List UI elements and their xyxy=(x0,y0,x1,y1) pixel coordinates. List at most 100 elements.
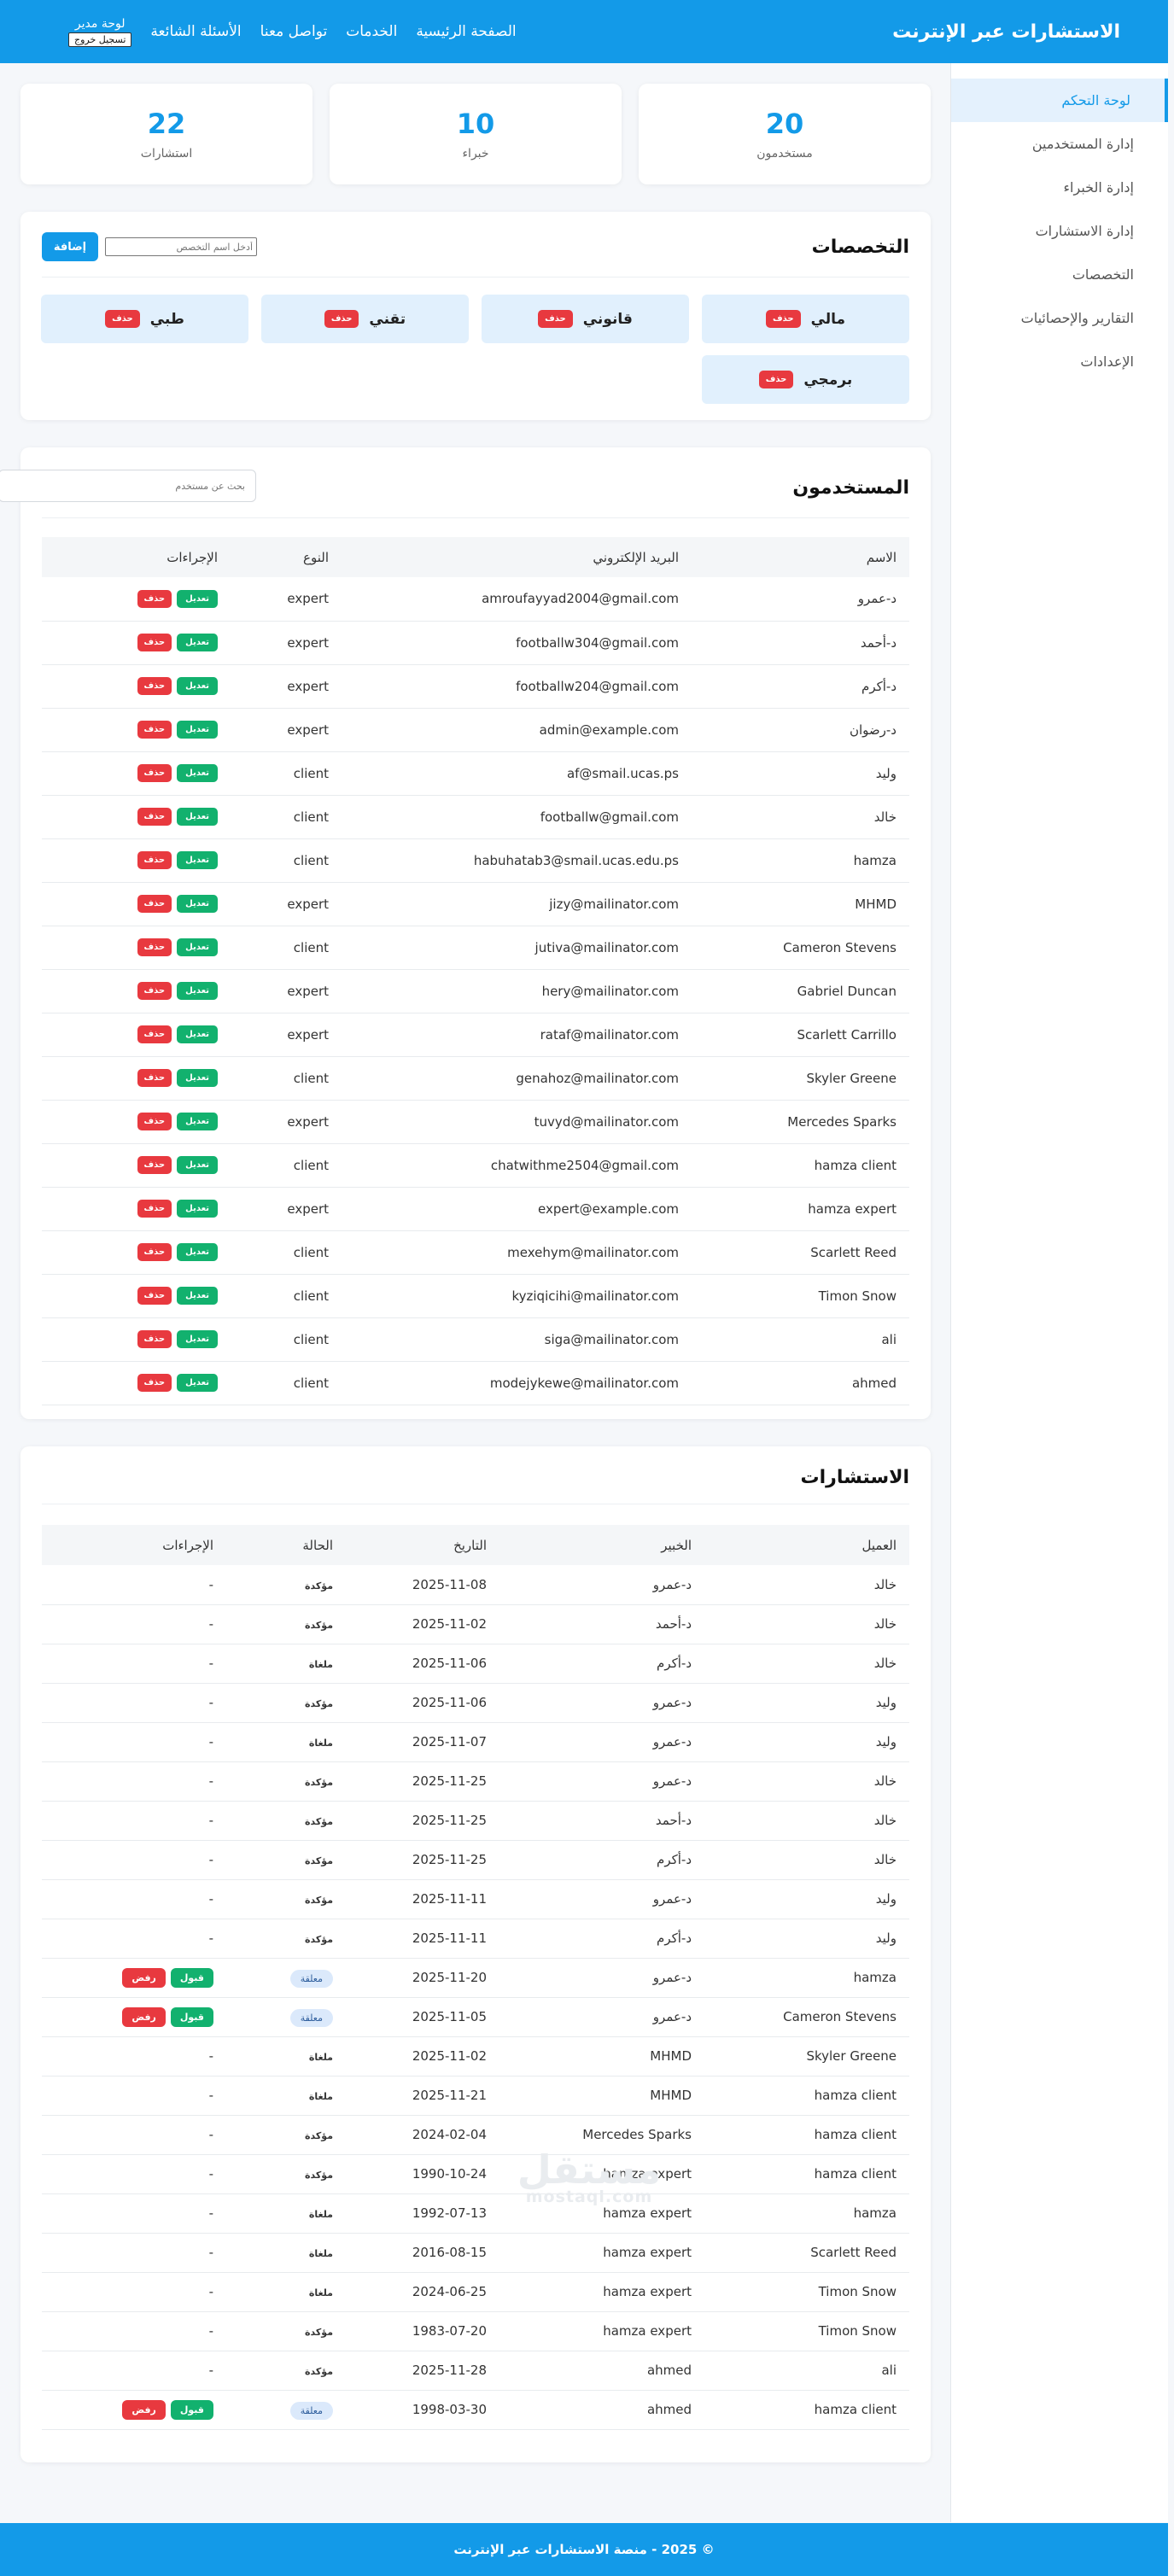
delete-user-button[interactable]: حذف xyxy=(137,1330,172,1348)
edit-user-button[interactable]: تعديل xyxy=(177,634,218,651)
stat-label: خبراء xyxy=(462,147,489,161)
no-action-dash: - xyxy=(208,1813,213,1828)
edit-user-button[interactable]: تعديل xyxy=(177,938,218,956)
delete-user-button[interactable]: حذف xyxy=(137,589,172,608)
accept-consultation-button[interactable]: قبول xyxy=(170,2006,213,2027)
delete-user-button[interactable]: حذف xyxy=(137,1287,172,1305)
consultation-row: خالد د-عمرو 2025-11-25 مؤكدة - xyxy=(42,1761,909,1802)
accept-consultation-button[interactable]: قبول xyxy=(170,2399,213,2420)
user-email: chatwithme2504@gmail.com xyxy=(342,1143,692,1188)
delete-user-button[interactable]: حذف xyxy=(137,1374,172,1392)
delete-user-button[interactable]: حذف xyxy=(137,1156,172,1174)
delete-user-button[interactable]: حذف xyxy=(137,851,172,869)
sidebar-item-experts[interactable]: إدارة الخبراء xyxy=(951,166,1168,209)
delete-user-button[interactable]: حذف xyxy=(137,1113,172,1130)
consultation-row: Timon Snow hamza expert 1983-07-20 مؤكدة - xyxy=(42,2311,909,2351)
stat-value: 22 xyxy=(147,108,186,140)
delete-user-button[interactable]: حذف xyxy=(137,808,172,826)
edit-user-button[interactable]: تعديل xyxy=(177,1069,218,1087)
sidebar-item-consultations[interactable]: إدارة الاستشارات xyxy=(951,209,1168,253)
no-action-dash: - xyxy=(208,2048,213,2064)
reject-consultation-button[interactable]: رفض xyxy=(122,2399,166,2420)
delete-user-button[interactable]: حذف xyxy=(137,1243,172,1261)
consultation-actions: - xyxy=(42,2115,226,2155)
edit-user-button[interactable]: تعديل xyxy=(177,677,218,695)
edit-user-button[interactable]: تعديل xyxy=(177,1025,218,1043)
sidebar-item-settings[interactable]: الإعدادات xyxy=(951,340,1168,383)
user-name: ali xyxy=(692,1317,909,1362)
consultation-actions: - xyxy=(42,1879,226,1919)
edit-user-button[interactable]: تعديل xyxy=(177,764,218,782)
sidebar-item-dashboard[interactable]: لوحة التحكم xyxy=(951,79,1168,122)
edit-user-button[interactable]: تعديل xyxy=(177,808,218,826)
sidebar-item-users[interactable]: إدارة المستخدمين xyxy=(951,122,1168,166)
edit-user-button[interactable]: تعديل xyxy=(177,1287,218,1305)
consultation-actions: - xyxy=(42,1604,226,1644)
admin-label[interactable]: لوحة مدير xyxy=(75,17,126,31)
user-actions: تعديل حذف xyxy=(42,1187,231,1231)
specialty-name-input[interactable] xyxy=(105,237,257,256)
user-name: وليد xyxy=(692,751,909,796)
consultation-status-cell: مؤكدة xyxy=(226,1683,346,1723)
user-row: MHMD jizy@mailinator.com expert تعديل حذف xyxy=(42,882,909,926)
edit-user-button[interactable]: تعديل xyxy=(177,589,218,608)
delete-user-button[interactable]: حذف xyxy=(137,634,172,651)
edit-user-button[interactable]: تعديل xyxy=(177,851,218,869)
user-type: client xyxy=(231,1056,342,1101)
edit-user-button[interactable]: تعديل xyxy=(177,1243,218,1261)
edit-user-button[interactable]: تعديل xyxy=(177,1330,218,1348)
edit-user-button[interactable]: تعديل xyxy=(177,982,218,1000)
delete-specialty-button[interactable]: حذف xyxy=(105,310,140,328)
specialty-name: طبي xyxy=(149,310,184,328)
edit-user-button[interactable]: تعديل xyxy=(177,1156,218,1174)
column-name: الاسم xyxy=(692,537,909,577)
sidebar-item-specialties[interactable]: التخصصات xyxy=(951,253,1168,296)
delete-user-button[interactable]: حذف xyxy=(137,895,172,913)
add-specialty-button[interactable]: إضافة xyxy=(42,232,98,261)
delete-specialty-button[interactable]: حذف xyxy=(765,310,801,328)
delete-user-button[interactable]: حذف xyxy=(137,1069,172,1087)
delete-user-button[interactable]: حذف xyxy=(137,721,172,739)
consultation-row: hamza client Mercedes Sparks 2024-02-04 مؤك… xyxy=(42,2115,909,2155)
stat-label: استشارات xyxy=(140,147,193,161)
reject-consultation-button[interactable]: رفض xyxy=(122,2006,166,2027)
consultation-row: وليد د-عمرو 2025-11-11 مؤكدة - xyxy=(42,1879,909,1919)
delete-specialty-button[interactable]: حذف xyxy=(324,310,359,328)
nav-contact-link[interactable]: تواصل معنا xyxy=(260,23,328,40)
delete-user-button[interactable]: حذف xyxy=(137,1200,172,1218)
delete-user-button[interactable]: حذف xyxy=(137,982,172,1000)
reject-consultation-button[interactable]: رفض xyxy=(122,1967,166,1988)
nav-home-link[interactable]: الصفحة الرئيسية xyxy=(416,23,516,40)
edit-user-button[interactable]: تعديل xyxy=(177,1200,218,1218)
accept-consultation-button[interactable]: قبول xyxy=(170,1967,213,1988)
edit-user-button[interactable]: تعديل xyxy=(177,721,218,739)
sidebar-item-reports[interactable]: التقارير والإحصائيات xyxy=(951,296,1168,340)
delete-user-button[interactable]: حذف xyxy=(137,677,172,695)
consultation-actions: - xyxy=(42,1683,226,1723)
consultation-actions: - xyxy=(42,2076,226,2116)
brand-title[interactable]: الاستشارات عبر الإنترنت xyxy=(892,21,1120,43)
delete-specialty-button[interactable]: حذف xyxy=(758,371,794,388)
user-email: footballw304@gmail.com xyxy=(342,621,692,665)
delete-specialty-button[interactable]: حذف xyxy=(538,310,573,328)
user-action-buttons: تعديل حذف xyxy=(55,1330,218,1348)
users-table-wrap: الاسم البريد الإلكتروني النوع الإجراءات … xyxy=(42,517,909,1405)
nav-services-link[interactable]: الخدمات xyxy=(346,23,397,40)
logout-button[interactable]: تسجيل خروج xyxy=(68,32,132,47)
delete-user-button[interactable]: حذف xyxy=(137,764,172,782)
specialty-item: مالي حذف xyxy=(702,295,909,343)
user-search-input[interactable] xyxy=(0,470,256,502)
edit-user-button[interactable]: تعديل xyxy=(177,1374,218,1392)
status-badge: ملغاة xyxy=(308,2287,333,2299)
user-action-buttons: تعديل حذف xyxy=(55,1156,218,1174)
no-action-dash: - xyxy=(208,1616,213,1632)
edit-user-button[interactable]: تعديل xyxy=(177,895,218,913)
user-type: client xyxy=(231,1317,342,1362)
consultation-date: 2025-11-11 xyxy=(346,1919,499,1959)
delete-user-button[interactable]: حذف xyxy=(137,1025,172,1043)
edit-user-button[interactable]: تعديل xyxy=(177,1113,218,1130)
nav-faq-link[interactable]: الأسئلة الشائعة xyxy=(150,23,241,40)
delete-user-button[interactable]: حذف xyxy=(137,938,172,956)
consultation-expert: hamza expert xyxy=(499,2233,704,2273)
user-type: expert xyxy=(231,1100,342,1144)
